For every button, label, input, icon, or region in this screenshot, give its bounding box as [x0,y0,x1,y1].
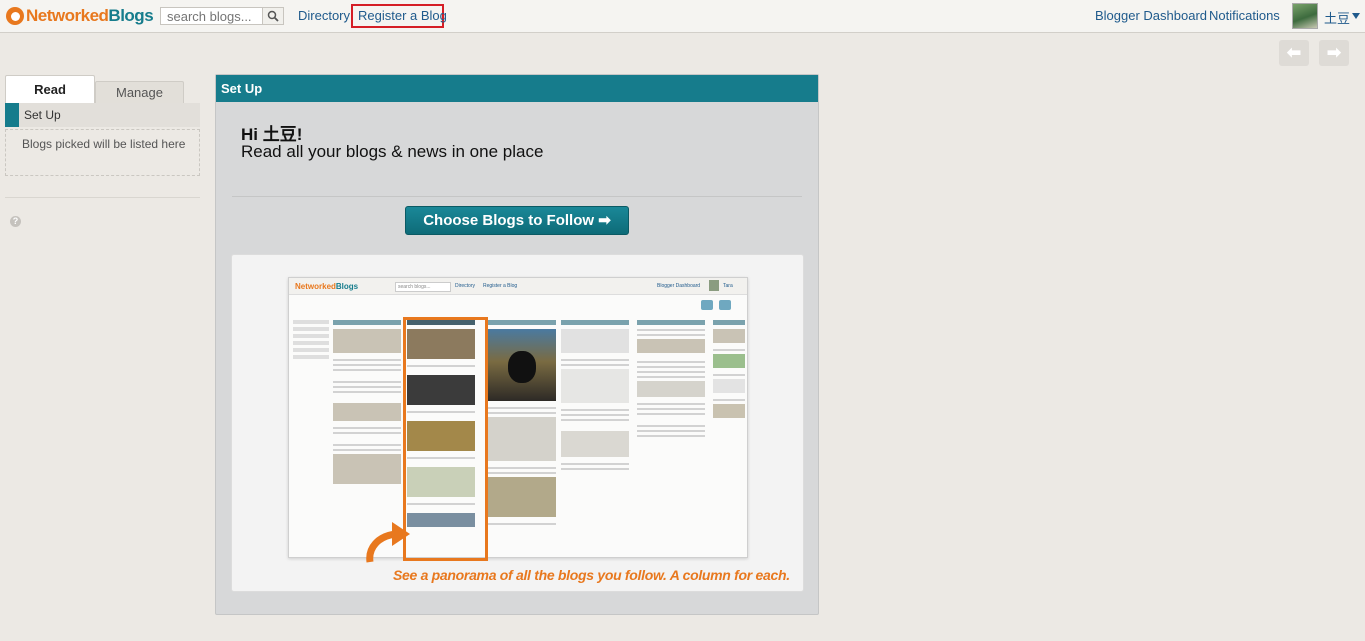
mock-top-bar: NetworkedBlogs search blogs... Directory… [289,278,747,295]
mock-logo: NetworkedBlogs [295,282,359,291]
help-icon: ? [10,216,21,227]
mock-user: Tara [723,283,733,289]
top-bar: NetworkedBlogs Directory Register a Blog… [0,0,1365,33]
blogger-dashboard-link[interactable]: Blogger Dashboard [1095,8,1207,23]
register-blog-link[interactable]: Register a Blog [358,8,447,23]
help-link[interactable]: ? [10,216,21,227]
tagline: Read all your blogs & news in one place [241,142,544,161]
networkedblogs-logo[interactable]: Networked Blogs [6,6,154,26]
arrow-left-icon: ⬅ [1286,43,1302,62]
logo-text-networked: Networked [26,6,109,25]
search-icon [267,10,279,22]
sidebar-panel: Set Up Blogs picked will be listed here [5,103,200,176]
mock-dashboard: Blogger Dashboard [657,283,701,289]
active-indicator [5,103,19,127]
tab-manage[interactable]: Manage [95,81,184,103]
preview-image: NetworkedBlogs search blogs... Directory… [231,254,804,592]
logo-icon [6,7,24,25]
mock-register: Register a Blog [483,283,518,289]
mock-search: search blogs... [395,282,451,292]
curved-arrow-icon [366,522,410,563]
logo-text-blogs: Blogs [108,6,154,25]
highlight-column-box [403,317,488,561]
avatar[interactable] [1292,3,1318,29]
sidebar-item-label: Set Up [24,108,61,122]
back-button[interactable]: ⬅ [1279,40,1309,66]
preview-caption: See a panorama of all the blogs you foll… [393,567,790,583]
forward-button[interactable]: ➡ [1319,40,1349,66]
mock-column [488,320,556,556]
mock-column [713,320,745,556]
search-button[interactable] [262,8,283,24]
mock-column [561,320,629,556]
directory-link[interactable]: Directory [298,8,350,23]
setup-panel: Set Up Hi 土豆! Read all your blogs & news… [215,74,819,615]
choose-blogs-button[interactable]: Choose Blogs to Follow ➡ [405,206,629,235]
sidebar-divider [5,197,200,198]
notifications-link[interactable]: Notifications [1209,8,1280,23]
blogs-placeholder-note: Blogs picked will be listed here [5,129,200,176]
mock-directory: Directory [455,283,476,289]
mock-avatar [709,280,719,291]
search-box [160,7,284,25]
mock-column [637,320,705,556]
search-input[interactable] [161,8,273,24]
tab-read[interactable]: Read [5,75,95,103]
arrow-right-icon: ➡ [1326,43,1342,62]
panel-title: Set Up [216,75,818,102]
mock-forward-icon [719,300,731,310]
mock-back-icon [701,300,713,310]
chevron-down-icon[interactable] [1352,13,1360,19]
panel-divider [232,196,802,197]
preview-screenshot: NetworkedBlogs search blogs... Directory… [288,277,748,558]
user-name[interactable]: 土豆 [1324,8,1350,27]
sidebar-item-setup[interactable]: Set Up [5,103,200,127]
mock-sidebar [293,320,329,362]
